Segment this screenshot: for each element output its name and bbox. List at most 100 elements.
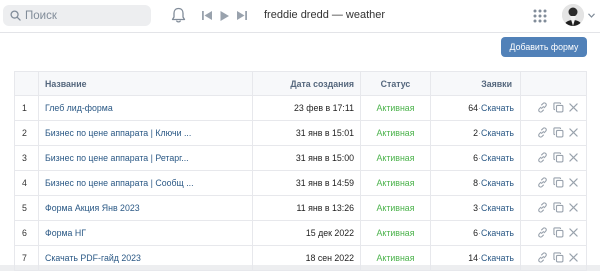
search-icon xyxy=(10,10,21,21)
form-created-date: 31 янв в 15:01 xyxy=(252,120,361,146)
form-name-link[interactable]: Бизнес по цене аппарата | Сообщ ... xyxy=(38,170,253,196)
bell-icon[interactable] xyxy=(171,7,186,24)
row-number: 1 xyxy=(14,95,39,121)
leads-cell: 6·Скачать xyxy=(430,220,521,246)
copy-icon[interactable] xyxy=(553,201,564,215)
column-header-leads[interactable]: Заявки xyxy=(430,71,521,96)
play-icon[interactable] xyxy=(220,11,229,21)
delete-icon[interactable] xyxy=(569,227,578,239)
column-header-status[interactable]: Статус xyxy=(360,71,431,96)
table-row: 7 Скачать PDF-гайд 2023 18 сен 2022 Акти… xyxy=(14,245,587,271)
row-number: 6 xyxy=(14,220,39,246)
table-row: 4 Бизнес по цене аппарата | Сообщ ... 31… xyxy=(14,170,587,196)
search-box[interactable] xyxy=(3,5,151,26)
next-track-icon[interactable] xyxy=(236,11,247,20)
delete-icon[interactable] xyxy=(569,252,578,264)
delete-icon[interactable] xyxy=(569,202,578,214)
leads-cell: 2·Скачать xyxy=(430,120,521,146)
column-header-name[interactable]: Название xyxy=(38,71,253,96)
download-link[interactable]: Скачать xyxy=(481,128,514,138)
player-controls xyxy=(202,11,247,21)
delete-icon[interactable] xyxy=(569,127,578,139)
leads-cell: 3·Скачать xyxy=(430,195,521,221)
form-name-link[interactable]: Бизнес по цене аппарата | Ретарг... xyxy=(38,145,253,171)
link-icon[interactable] xyxy=(537,201,548,215)
row-actions xyxy=(520,120,587,146)
row-number: 2 xyxy=(14,120,39,146)
row-number: 7 xyxy=(14,245,39,271)
form-created-date: 31 янв в 15:00 xyxy=(252,145,361,171)
table-row: 1 Глеб лид-форма 23 фев в 17:11 Активная… xyxy=(14,95,587,121)
now-playing-track[interactable]: freddie dredd — weather xyxy=(264,9,385,21)
row-actions xyxy=(520,220,587,246)
previous-track-icon[interactable] xyxy=(202,11,213,20)
user-avatar[interactable] xyxy=(562,4,584,26)
link-icon[interactable] xyxy=(537,126,548,140)
column-header-number xyxy=(14,71,39,96)
form-created-date: 18 сен 2022 xyxy=(252,245,361,271)
link-icon[interactable] xyxy=(537,226,548,240)
form-status: Активная xyxy=(360,145,431,171)
forms-table: Название Дата создания Статус Заявки 1 Г… xyxy=(14,71,587,271)
table-header-row: Название Дата создания Статус Заявки xyxy=(14,71,587,96)
row-actions xyxy=(520,245,587,271)
row-actions xyxy=(520,195,587,221)
row-actions xyxy=(520,170,587,196)
leads-cell: 6·Скачать xyxy=(430,145,521,171)
download-link[interactable]: Скачать xyxy=(481,178,514,188)
column-header-actions xyxy=(520,71,587,96)
row-actions xyxy=(520,95,587,121)
form-created-date: 31 янв в 14:59 xyxy=(252,170,361,196)
leads-cell: 14·Скачать xyxy=(430,245,521,271)
copy-icon[interactable] xyxy=(553,226,564,240)
search-input[interactable] xyxy=(25,7,143,24)
form-name-link[interactable]: Форма Акция Янв 2023 xyxy=(38,195,253,221)
form-name-link[interactable]: Бизнес по цене аппарата | Ключи ... xyxy=(38,120,253,146)
download-link[interactable]: Скачать xyxy=(481,253,514,263)
top-bar: freddie dredd — weather xyxy=(0,0,600,33)
copy-icon[interactable] xyxy=(553,251,564,265)
row-number: 5 xyxy=(14,195,39,221)
form-created-date: 11 янв в 13:26 xyxy=(252,195,361,221)
link-icon[interactable] xyxy=(537,176,548,190)
chevron-down-icon[interactable] xyxy=(588,13,595,18)
leads-count: 64 xyxy=(468,103,479,113)
form-status: Активная xyxy=(360,95,431,121)
form-name-link[interactable]: Форма НГ xyxy=(38,220,253,246)
leads-cell: 8·Скачать xyxy=(430,170,521,196)
table-row: 6 Форма НГ 15 дек 2022 Активная 6·Скачат… xyxy=(14,220,587,246)
form-status: Активная xyxy=(360,120,431,146)
apps-grid-icon[interactable] xyxy=(533,9,547,23)
forms-panel: Добавить форму Название Дата создания Ст… xyxy=(0,33,600,271)
form-name-link[interactable]: Глеб лид-форма xyxy=(38,95,253,121)
row-number: 3 xyxy=(14,145,39,171)
download-link[interactable]: Скачать xyxy=(481,203,514,213)
form-created-date: 23 фев в 17:11 xyxy=(252,95,361,121)
delete-icon[interactable] xyxy=(569,152,578,164)
column-header-created[interactable]: Дата создания xyxy=(252,71,361,96)
form-status: Активная xyxy=(360,245,431,271)
form-created-date: 15 дек 2022 xyxy=(252,220,361,246)
download-link[interactable]: Скачать xyxy=(481,103,514,113)
form-status: Активная xyxy=(360,195,431,221)
form-status: Активная xyxy=(360,170,431,196)
link-icon[interactable] xyxy=(537,101,548,115)
table-row: 2 Бизнес по цене аппарата | Ключи ... 31… xyxy=(14,120,587,146)
delete-icon[interactable] xyxy=(569,177,578,189)
leads-cell: 64·Скачать xyxy=(430,95,521,121)
copy-icon[interactable] xyxy=(553,126,564,140)
download-link[interactable]: Скачать xyxy=(481,228,514,238)
table-row: 3 Бизнес по цене аппарата | Ретарг... 31… xyxy=(14,145,587,171)
download-link[interactable]: Скачать xyxy=(481,153,514,163)
row-number: 4 xyxy=(14,170,39,196)
copy-icon[interactable] xyxy=(553,151,564,165)
copy-icon[interactable] xyxy=(553,176,564,190)
row-actions xyxy=(520,145,587,171)
link-icon[interactable] xyxy=(537,251,548,265)
delete-icon[interactable] xyxy=(569,102,578,114)
add-form-button[interactable]: Добавить форму xyxy=(501,37,587,57)
copy-icon[interactable] xyxy=(553,101,564,115)
table-row: 5 Форма Акция Янв 2023 11 янв в 13:26 Ак… xyxy=(14,195,587,221)
form-name-link[interactable]: Скачать PDF-гайд 2023 xyxy=(38,245,253,271)
link-icon[interactable] xyxy=(537,151,548,165)
